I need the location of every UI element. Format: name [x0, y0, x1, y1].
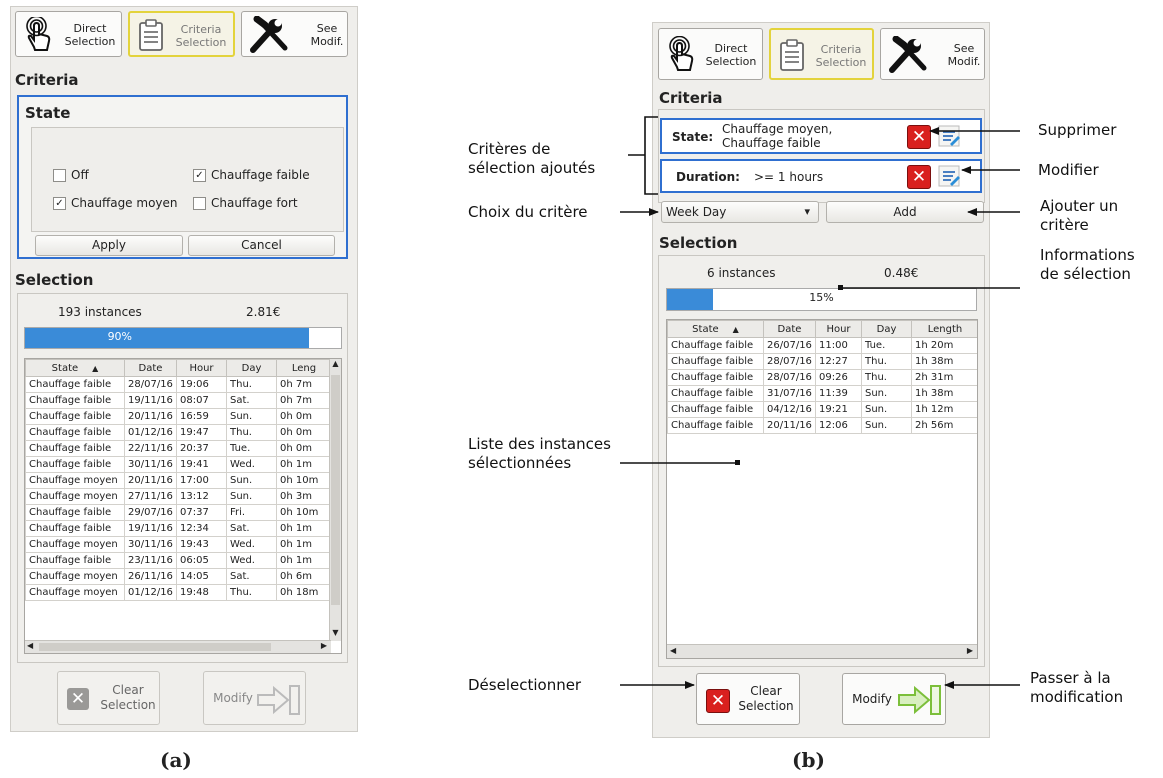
anno-info: Informations de sélection [1040, 246, 1135, 284]
anno-ajouter-2: critère [1040, 216, 1089, 234]
anno-deselect: Déselectionner [468, 676, 582, 694]
anno-liste: Liste des instances sélectionnées [468, 435, 611, 473]
anno-criteres-2: sélection ajoutés [468, 159, 596, 177]
anno-liste-1: Liste des instances [468, 435, 611, 453]
criteria-bracket [644, 116, 658, 195]
anno-criteres: Critères de sélection ajoutés [468, 140, 595, 178]
anno-ajouter: Ajouter un critère [1040, 197, 1118, 235]
caption-a: (a) [160, 748, 192, 772]
caption-b: (b) [792, 748, 825, 772]
anno-modifier: Modifier [1038, 161, 1099, 179]
anno-passer: Passer à la modification [1030, 669, 1123, 707]
anno-supprimer: Supprimer [1038, 121, 1117, 139]
liste-dot [735, 460, 740, 465]
anno-liste-2: sélectionnées [468, 454, 572, 472]
anno-criteres-1: Critères de [468, 140, 551, 158]
anno-passer-1: Passer à la [1030, 669, 1111, 687]
anno-passer-2: modification [1030, 688, 1124, 706]
anno-ajouter-1: Ajouter un [1040, 197, 1119, 215]
info-dot [838, 285, 843, 290]
anno-info-2: de sélection [1040, 265, 1131, 283]
annotation-lines [620, 116, 1020, 689]
anno-choix: Choix du critère [468, 203, 588, 221]
anno-info-1: Informations [1040, 246, 1135, 264]
